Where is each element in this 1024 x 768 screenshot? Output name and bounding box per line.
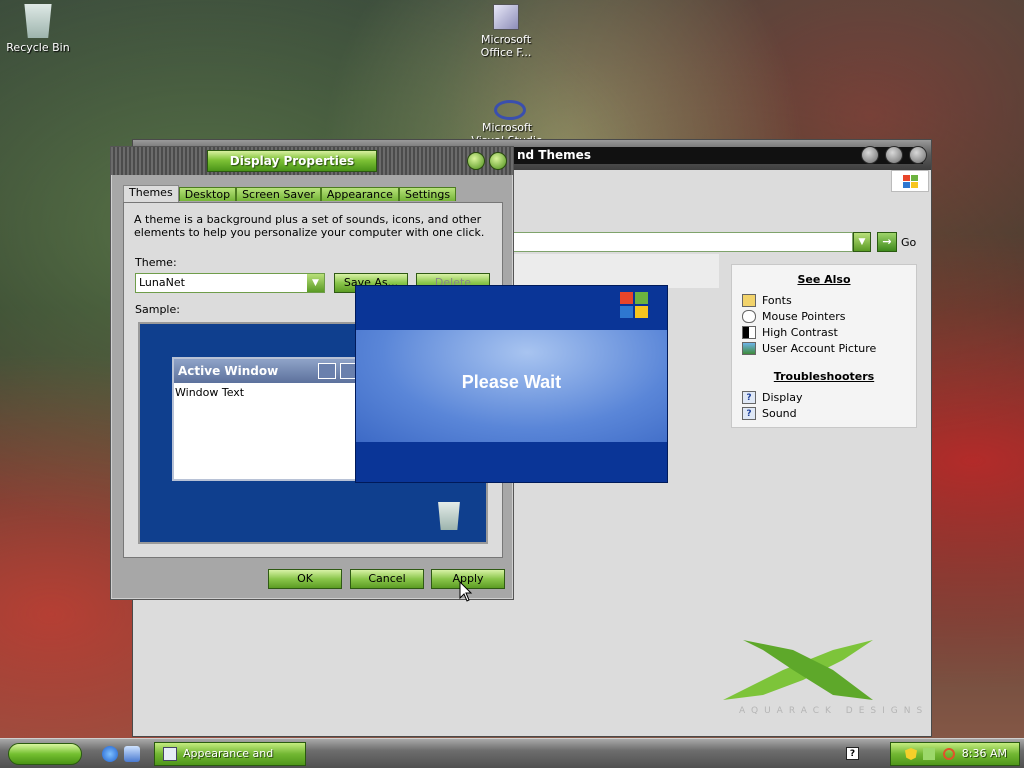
theme-select[interactable]: LunaNet ▼ xyxy=(135,273,325,293)
sample-window-title: Active Window xyxy=(178,364,279,378)
maximize-button[interactable] xyxy=(885,146,903,164)
minimize-button[interactable] xyxy=(861,146,879,164)
theme-select-value: LunaNet xyxy=(139,276,185,289)
office-icon xyxy=(493,4,519,30)
troubleshooter-label: Display xyxy=(762,390,803,404)
see-also-heading: See Also xyxy=(797,273,851,286)
see-also-item-high-contrast[interactable]: High Contrast xyxy=(738,324,910,340)
help-icon: ? xyxy=(742,406,756,420)
cancel-button[interactable]: Cancel xyxy=(350,569,424,589)
sample-window-titlebar: Active Window xyxy=(174,359,370,383)
ok-button[interactable]: OK xyxy=(268,569,342,589)
theme-description: A theme is a background plus a set of so… xyxy=(134,213,485,239)
recycle-bin-icon xyxy=(438,502,460,530)
taskbar-task-appearance-themes[interactable]: Appearance and The... xyxy=(154,742,306,766)
chevron-down-icon[interactable]: ▼ xyxy=(853,232,871,252)
mouse-cursor-icon xyxy=(459,581,473,602)
close-button[interactable] xyxy=(489,152,507,170)
clock: 8:36 AM xyxy=(961,747,1007,760)
see-also-item-user-account-picture[interactable]: User Account Picture xyxy=(738,340,910,356)
please-wait-text: Please Wait xyxy=(461,372,562,392)
dialog-titlebar[interactable]: Display Properties xyxy=(111,147,513,175)
folder-icon xyxy=(742,293,756,307)
x-logo xyxy=(723,640,873,700)
windows-logo-icon xyxy=(620,292,650,320)
see-also-label: Mouse Pointers xyxy=(762,309,846,323)
system-tray: 8:36 AM xyxy=(890,742,1020,766)
see-also-item-fonts[interactable]: Fonts xyxy=(738,292,910,308)
see-also-label: User Account Picture xyxy=(762,341,877,355)
recycle-bin-icon xyxy=(24,4,52,38)
dialog-title: Display Properties xyxy=(207,150,377,172)
go-label[interactable]: Go xyxy=(901,236,916,249)
tab-themes[interactable]: Themes xyxy=(123,185,179,202)
sample-active-window: Active Window Window Text xyxy=(172,357,372,481)
desktop-icon-label: Recycle Bin xyxy=(6,41,70,54)
desktop-icon-label: Microsoft Office F... xyxy=(480,33,532,59)
help-icon: ? xyxy=(742,390,756,404)
please-wait-dialog: Please Wait xyxy=(355,285,668,483)
network-icon[interactable] xyxy=(923,748,935,760)
security-shield-icon[interactable] xyxy=(905,748,917,760)
tab-desktop[interactable]: Desktop xyxy=(178,187,237,201)
logo-text: AQUARACK DESIGNS xyxy=(739,706,929,716)
help-button[interactable] xyxy=(467,152,485,170)
internet-explorer-icon[interactable] xyxy=(102,746,118,762)
troubleshooter-label: Sound xyxy=(762,406,797,420)
picture-icon xyxy=(742,341,756,355)
go-button[interactable]: → xyxy=(877,232,897,252)
tab-screen-saver[interactable]: Screen Saver xyxy=(236,187,321,201)
see-also-label: Fonts xyxy=(762,293,792,307)
task-pane xyxy=(513,254,719,288)
visual-studio-icon xyxy=(490,90,526,120)
task-label: Appearance and The... xyxy=(183,747,274,760)
control-panel-icon xyxy=(163,747,177,761)
theme-label: Theme: xyxy=(135,256,177,269)
help-icon[interactable]: ? xyxy=(846,747,859,760)
desktop-icon-recycle-bin[interactable]: Recycle Bin xyxy=(0,4,76,54)
tab-settings[interactable]: Settings xyxy=(398,187,457,201)
desktop-icon-office[interactable]: Microsoft Office F... xyxy=(468,4,544,59)
troubleshooters-heading: Troubleshooters xyxy=(773,370,875,383)
contrast-icon xyxy=(742,325,756,339)
mouse-icon xyxy=(742,309,756,323)
see-also-label: High Contrast xyxy=(762,325,838,339)
start-button[interactable] xyxy=(8,743,82,765)
search-icon[interactable] xyxy=(943,748,955,760)
minimize-icon xyxy=(318,363,336,379)
close-button[interactable] xyxy=(909,146,927,164)
address-bar-input[interactable] xyxy=(513,232,853,252)
sample-label: Sample: xyxy=(135,303,180,316)
troubleshooter-item-display[interactable]: ? Display xyxy=(738,389,910,405)
show-desktop-icon[interactable] xyxy=(124,746,140,762)
chevron-down-icon[interactable]: ▼ xyxy=(307,274,324,292)
see-also-panel: See Also Fonts Mouse Pointers High Contr… xyxy=(731,264,917,428)
see-also-item-mouse-pointers[interactable]: Mouse Pointers xyxy=(738,308,910,324)
taskbar: Appearance and The... ? 8:36 AM xyxy=(0,738,1024,768)
troubleshooter-item-sound[interactable]: ? Sound xyxy=(738,405,910,421)
tab-appearance[interactable]: Appearance xyxy=(320,187,399,201)
sample-window-text: Window Text xyxy=(175,386,245,399)
windows-logo-icon xyxy=(891,170,929,192)
tab-bar: Themes Desktop Screen Saver Appearance S… xyxy=(123,185,457,202)
